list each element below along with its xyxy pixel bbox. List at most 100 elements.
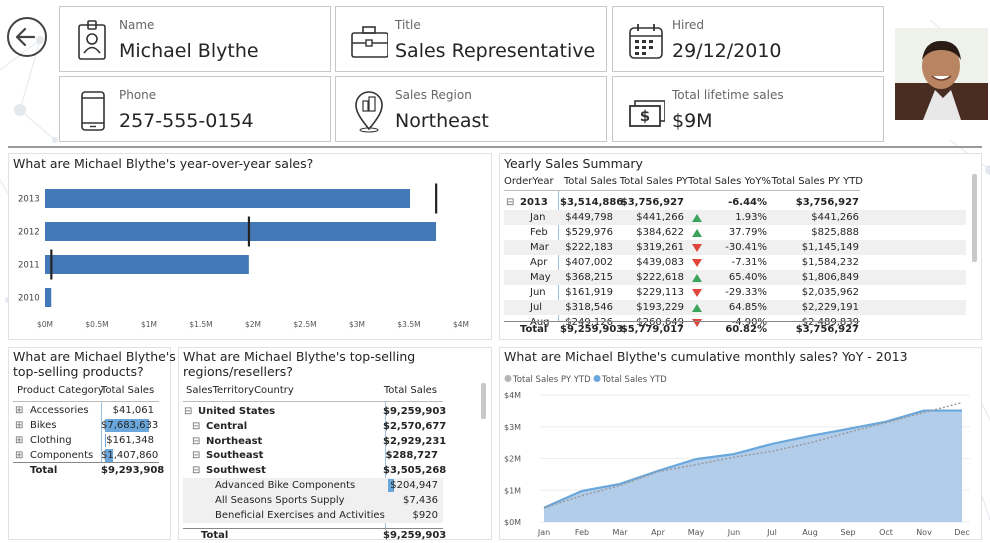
employee-photo bbox=[895, 28, 988, 120]
summary-cell-py: $3,756,927 bbox=[620, 197, 684, 208]
products-matrix: Product Category Total Sales ⊞ Accessories $… bbox=[13, 383, 164, 478]
expand-icon: ⊞ bbox=[15, 450, 24, 461]
region-label: United States bbox=[198, 406, 276, 417]
summary-title: Yearly Sales Summary bbox=[504, 156, 643, 171]
name-card: Name Michael Blythe bbox=[59, 6, 331, 72]
summary-row-label: May bbox=[530, 272, 551, 283]
regions-total-row: Total $9,259,903 bbox=[183, 528, 446, 543]
summary-cell-ytd: $2,035,962 bbox=[801, 287, 859, 298]
x-tick-label: Aug bbox=[802, 528, 818, 537]
yoy-target-marker bbox=[435, 183, 438, 214]
region-row: ⊟ Central $2,570,677 bbox=[183, 419, 446, 434]
region-sales: $7,436 bbox=[403, 494, 438, 506]
y-tick-label: $2M bbox=[504, 455, 521, 464]
yoy-bar bbox=[45, 255, 249, 274]
summary-cell-yoy: -6.44% bbox=[728, 197, 767, 208]
summary-cell-sales: $222,183 bbox=[565, 242, 613, 253]
summary-row-label: Feb bbox=[530, 227, 548, 238]
products-header-category: Product Category bbox=[17, 385, 104, 396]
summary-row-label: 2013 bbox=[520, 197, 548, 208]
employee-name: Michael Blythe bbox=[119, 40, 259, 62]
product-sales: $7,683,633 bbox=[101, 420, 159, 431]
summary-row-label: Mar bbox=[530, 242, 549, 253]
region-label: Sales Region bbox=[395, 88, 472, 102]
summary-cell-py: $229,113 bbox=[636, 287, 684, 298]
x-tick-label: Jan bbox=[537, 528, 550, 537]
briefcase-icon bbox=[351, 26, 388, 58]
y-tick-label: $3M bbox=[504, 423, 521, 432]
products-title-line2: top-selling products? bbox=[13, 364, 144, 379]
summary-row: ⊟ 2013 $3,514,886 $3,756,927 -6.44% $3,756,92… bbox=[504, 195, 966, 210]
summary-header-row: OrderYear Total Sales Total Sales PY Total … bbox=[504, 174, 966, 189]
product-category: Clothing bbox=[30, 435, 72, 446]
region-row: ⊟ United States $9,259,903 bbox=[183, 404, 446, 419]
region-label: Southwest bbox=[206, 465, 266, 477]
x-tick-label: Nov bbox=[916, 528, 932, 537]
summary-scrollbar[interactable] bbox=[972, 174, 977, 262]
summary-cell-ytd: $1,584,232 bbox=[801, 257, 859, 268]
collapse-icon: ⊟ bbox=[192, 465, 201, 477]
cumulative-title: What are Michael Blythe's cumulative mon… bbox=[504, 349, 908, 364]
region-sales: $3,505,268 bbox=[383, 465, 447, 477]
summary-cell-sales: $449,798 bbox=[565, 212, 613, 223]
summary-row: Apr $407,002 $439,083 -7.31% $1,584,232 bbox=[504, 255, 966, 270]
hired-label: Hired bbox=[672, 18, 705, 32]
region-label: Northeast bbox=[206, 435, 263, 447]
legend-label: Total Sales YTD bbox=[601, 375, 667, 385]
trend-up-icon bbox=[692, 274, 702, 282]
product-row: ⊞ Components $1,407,860 bbox=[13, 448, 159, 463]
x-tick-label: $1.5M bbox=[189, 320, 212, 329]
product-sales: $41,061 bbox=[112, 405, 154, 416]
x-tick-label: May bbox=[688, 528, 705, 537]
summary-header-cell: Total Sales YoY% bbox=[688, 176, 771, 187]
trend-up-icon bbox=[692, 304, 702, 312]
yoy-bar bbox=[45, 288, 52, 307]
summary-cell-py: $193,229 bbox=[636, 302, 684, 313]
summary-row: Mar $222,183 $319,261 -30.41% $1,145,149 bbox=[504, 240, 966, 255]
trend-down-icon bbox=[692, 259, 702, 267]
yoy-target-marker bbox=[50, 249, 53, 280]
summary-total-py: $5,779,017 bbox=[620, 324, 684, 335]
x-tick-label: $2M bbox=[245, 320, 261, 329]
products-header-row: Product Category Total Sales bbox=[13, 383, 159, 398]
region-row: All Seasons Sports Supply $7,436 bbox=[183, 492, 443, 508]
summary-row-label: Jul bbox=[530, 302, 543, 313]
x-tick-label: $3M bbox=[349, 320, 365, 329]
summary-cell-py: $439,083 bbox=[636, 257, 684, 268]
lifetime-sales-label: Total lifetime sales bbox=[672, 88, 784, 102]
x-tick-label: Mar bbox=[612, 528, 628, 537]
lifetime-sales-value: $9M bbox=[672, 110, 713, 132]
summary-row-label: Jun bbox=[530, 287, 546, 298]
summary-row: Jun $161,919 $229,113 -29.33% $2,035,962 bbox=[504, 285, 966, 300]
summary-total-sales: $9,259,903 bbox=[560, 324, 624, 335]
expand-icon: ⊞ bbox=[15, 435, 24, 446]
y-tick-label: 2012 bbox=[18, 228, 40, 238]
summary-cell-ytd: $2,229,191 bbox=[801, 302, 859, 313]
collapse-icon: ⊟ bbox=[184, 406, 193, 417]
lifetime-sales-card: $ Total lifetime sales $9M bbox=[612, 76, 884, 142]
yoy-target-marker bbox=[247, 216, 251, 247]
regions-scrollbar[interactable] bbox=[481, 383, 486, 419]
trend-down-icon bbox=[692, 289, 702, 297]
regions-header-line bbox=[183, 401, 443, 402]
region-row: ⊟ Southwest $3,505,268 bbox=[183, 463, 447, 478]
summary-cell-sales: $529,976 bbox=[565, 227, 613, 238]
back-arrow-icon[interactable] bbox=[6, 16, 48, 58]
regions-matrix: SalesTerritoryCountry Total Sales ⊟ United … bbox=[183, 383, 447, 543]
regions-total-label: Total bbox=[201, 530, 229, 541]
x-tick-label: Jul bbox=[766, 528, 777, 537]
x-tick-label: $2.5M bbox=[293, 320, 316, 329]
regions-header-row: SalesTerritoryCountry Total Sales bbox=[183, 383, 443, 398]
phone-icon bbox=[81, 91, 105, 131]
name-label: Name bbox=[119, 18, 155, 32]
calendar-icon bbox=[629, 24, 663, 59]
y-tick-label: $0M bbox=[504, 518, 521, 527]
summary-header-cell: Total Sales PY bbox=[619, 176, 688, 187]
employee-title: Sales Representative bbox=[395, 40, 596, 62]
sales-region: Northeast bbox=[395, 110, 489, 132]
product-category: Components bbox=[30, 450, 94, 461]
collapse-icon: ⊟ bbox=[192, 435, 201, 447]
region-label: All Seasons Sports Supply bbox=[215, 494, 345, 506]
summary-row: May $368,215 $222,618 65.40% $1,806,849 bbox=[504, 270, 966, 285]
y-tick-label: 2011 bbox=[18, 261, 40, 271]
